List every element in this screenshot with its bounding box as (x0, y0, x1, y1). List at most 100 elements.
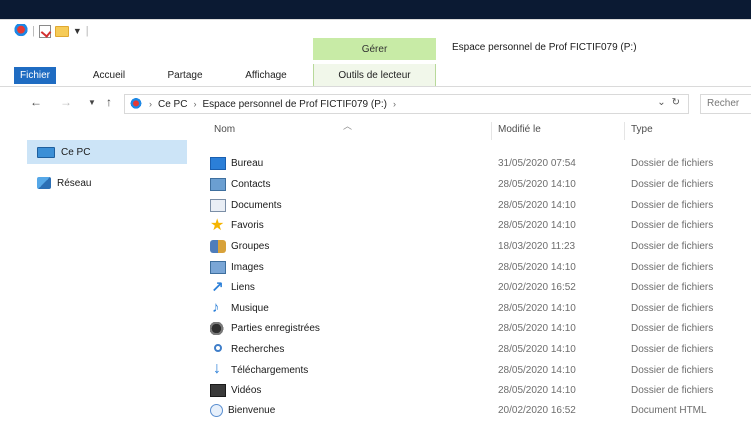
file-name: Vidéos (231, 385, 262, 396)
file-row-groupes[interactable]: Groupes 18/03/2020 11:23 Dossier de fich… (196, 237, 751, 257)
file-type: Dossier de fichiers (631, 323, 714, 334)
file-type: Dossier de fichiers (631, 365, 714, 376)
file-type: Dossier de fichiers (631, 179, 714, 190)
breadcrumb-drive[interactable]: Espace personnel de Prof FICTIF079 (P:) (202, 99, 387, 110)
file-date: 28/05/2020 14:10 (498, 220, 576, 231)
desktop-folder-icon (210, 157, 226, 170)
up-arrow-icon[interactable]: ↑ (106, 95, 112, 109)
file-name-cell: Vidéos (210, 384, 261, 397)
downloads-arrow-icon (210, 360, 226, 378)
saved-games-icon (210, 322, 226, 335)
tab-partage[interactable]: Partage (160, 67, 210, 84)
file-name: Groupes (231, 241, 270, 252)
file-row-bienvenue[interactable]: Bienvenue 20/02/2020 16:52 Document HTML (196, 401, 751, 421)
file-row-contacts[interactable]: Contacts 28/05/2020 14:10 Dossier de fic… (196, 175, 751, 195)
file-name-cell: Groupes (210, 240, 269, 253)
address-bar[interactable]: › Ce PC › Espace personnel de Prof FICTI… (124, 94, 689, 114)
file-row-parties-enregistrees[interactable]: Parties enregistrées 28/05/2020 14:10 Do… (196, 319, 751, 339)
file-row-images[interactable]: Images 28/05/2020 14:10 Dossier de fichi… (196, 258, 751, 278)
links-arrow-icon (210, 278, 226, 296)
pictures-folder-icon (210, 261, 226, 274)
file-date: 28/05/2020 14:10 (498, 323, 576, 334)
file-row-videos[interactable]: Vidéos 28/05/2020 14:10 Dossier de fichi… (196, 381, 751, 401)
column-header-name[interactable]: Nom (214, 124, 235, 135)
sidebar-item-label: Ce PC (61, 146, 91, 158)
tab-affichage[interactable]: Affichage (234, 67, 298, 84)
file-date: 20/02/2020 16:52 (498, 405, 576, 416)
address-row: ← → ▼ ↑ › Ce PC › Espace personnel de Pr… (0, 92, 751, 116)
customize-toolbar-chevron-icon[interactable]: ▼ (73, 26, 82, 36)
file-date: 28/05/2020 14:10 (498, 344, 576, 355)
properties-icon[interactable] (38, 24, 51, 38)
column-header-type[interactable]: Type (631, 124, 653, 135)
file-date: 28/05/2020 14:10 (498, 385, 576, 396)
breadcrumb-chevron-icon[interactable]: › (393, 99, 396, 109)
recent-locations-chevron-icon[interactable]: ▼ (88, 98, 96, 107)
sidebar-item-label: Réseau (57, 177, 92, 189)
back-arrow-icon[interactable]: ← (30, 95, 42, 109)
manage-contextual-tab[interactable]: Gérer (313, 38, 436, 60)
computer-icon (37, 146, 55, 158)
new-folder-icon[interactable] (54, 25, 69, 37)
file-row-favoris[interactable]: Favoris 28/05/2020 14:10 Dossier de fich… (196, 215, 751, 236)
file-name-cell: Parties enregistrées (210, 322, 320, 335)
file-date: 28/05/2020 14:10 (498, 200, 576, 211)
forward-arrow-icon[interactable]: → (60, 95, 72, 109)
music-note-icon (210, 299, 226, 316)
refresh-icon[interactable]: ↻ (672, 97, 680, 108)
file-type: Dossier de fichiers (631, 385, 714, 396)
file-name: Favoris (231, 220, 264, 231)
documents-folder-icon (210, 199, 226, 212)
file-row-musique[interactable]: Musique 28/05/2020 14:10 Dossier de fich… (196, 299, 751, 319)
sidebar-item-ce-pc[interactable]: Ce PC (27, 140, 187, 164)
file-type: Dossier de fichiers (631, 158, 714, 169)
tab-fichier[interactable]: Fichier (14, 67, 56, 84)
tab-accueil[interactable]: Accueil (86, 67, 132, 84)
quick-access-toolbar: | ▼ | (14, 22, 89, 40)
file-name: Contacts (231, 179, 271, 190)
search-input[interactable]: Recher (700, 94, 751, 114)
file-type: Dossier de fichiers (631, 220, 714, 231)
system-menu-icon[interactable] (14, 24, 28, 38)
videos-folder-icon (210, 384, 226, 397)
tab-outils-de-lecteur[interactable]: Outils de lecteur (313, 64, 436, 86)
searches-icon (210, 343, 226, 356)
column-divider[interactable] (491, 122, 492, 140)
file-date: 20/02/2020 16:52 (498, 282, 576, 293)
file-date: 28/05/2020 14:10 (498, 303, 576, 314)
column-divider[interactable] (624, 122, 625, 140)
file-name: Documents (231, 200, 282, 211)
breadcrumb-chevron-icon[interactable]: › (193, 99, 196, 109)
file-name: Parties enregistrées (231, 323, 320, 334)
file-name-cell: Documents (210, 199, 282, 212)
desktop-background-band (0, 0, 751, 19)
file-type: Dossier de fichiers (631, 262, 714, 273)
breadcrumb-chevron-icon[interactable]: › (149, 99, 152, 109)
file-name: Recherches (231, 344, 285, 355)
file-list: Nom Modifié le Type Bureau 31/05/2020 07… (196, 118, 751, 417)
address-actions: ⌄ ↻ (657, 97, 680, 108)
file-date: 18/03/2020 11:23 (498, 241, 576, 252)
file-name-cell: Contacts (210, 178, 270, 191)
file-name-cell: Recherches (210, 343, 284, 356)
file-row-recherches[interactable]: Recherches 28/05/2020 14:10 Dossier de f… (196, 340, 751, 360)
toolbar-separator: | (32, 25, 35, 37)
file-name-cell: Images (210, 261, 264, 274)
html-document-icon (210, 404, 223, 417)
file-name-cell: Musique (210, 299, 269, 316)
file-row-telechargements[interactable]: Téléchargements 28/05/2020 14:10 Dossier… (196, 360, 751, 381)
address-dropdown-chevron-icon[interactable]: ⌄ (657, 97, 665, 108)
breadcrumb-ce-pc[interactable]: Ce PC (158, 99, 187, 110)
contacts-folder-icon (210, 178, 226, 191)
file-date: 28/05/2020 14:10 (498, 262, 576, 273)
ribbon-tab-bar: Fichier Accueil Partage Affichage Outils… (0, 64, 751, 87)
file-row-documents[interactable]: Documents 28/05/2020 14:10 Dossier de fi… (196, 196, 751, 216)
computer-location-icon (129, 98, 143, 110)
file-row-liens[interactable]: Liens 20/02/2020 16:52 Dossier de fichie… (196, 278, 751, 298)
sidebar-item-reseau[interactable]: Réseau (27, 171, 91, 195)
file-date: 31/05/2020 07:54 (498, 158, 576, 169)
file-row-bureau[interactable]: Bureau 31/05/2020 07:54 Dossier de fichi… (196, 154, 751, 174)
toolbar-separator: | (85, 25, 89, 37)
file-name: Musique (231, 303, 269, 314)
column-header-modified[interactable]: Modifié le (498, 124, 541, 135)
